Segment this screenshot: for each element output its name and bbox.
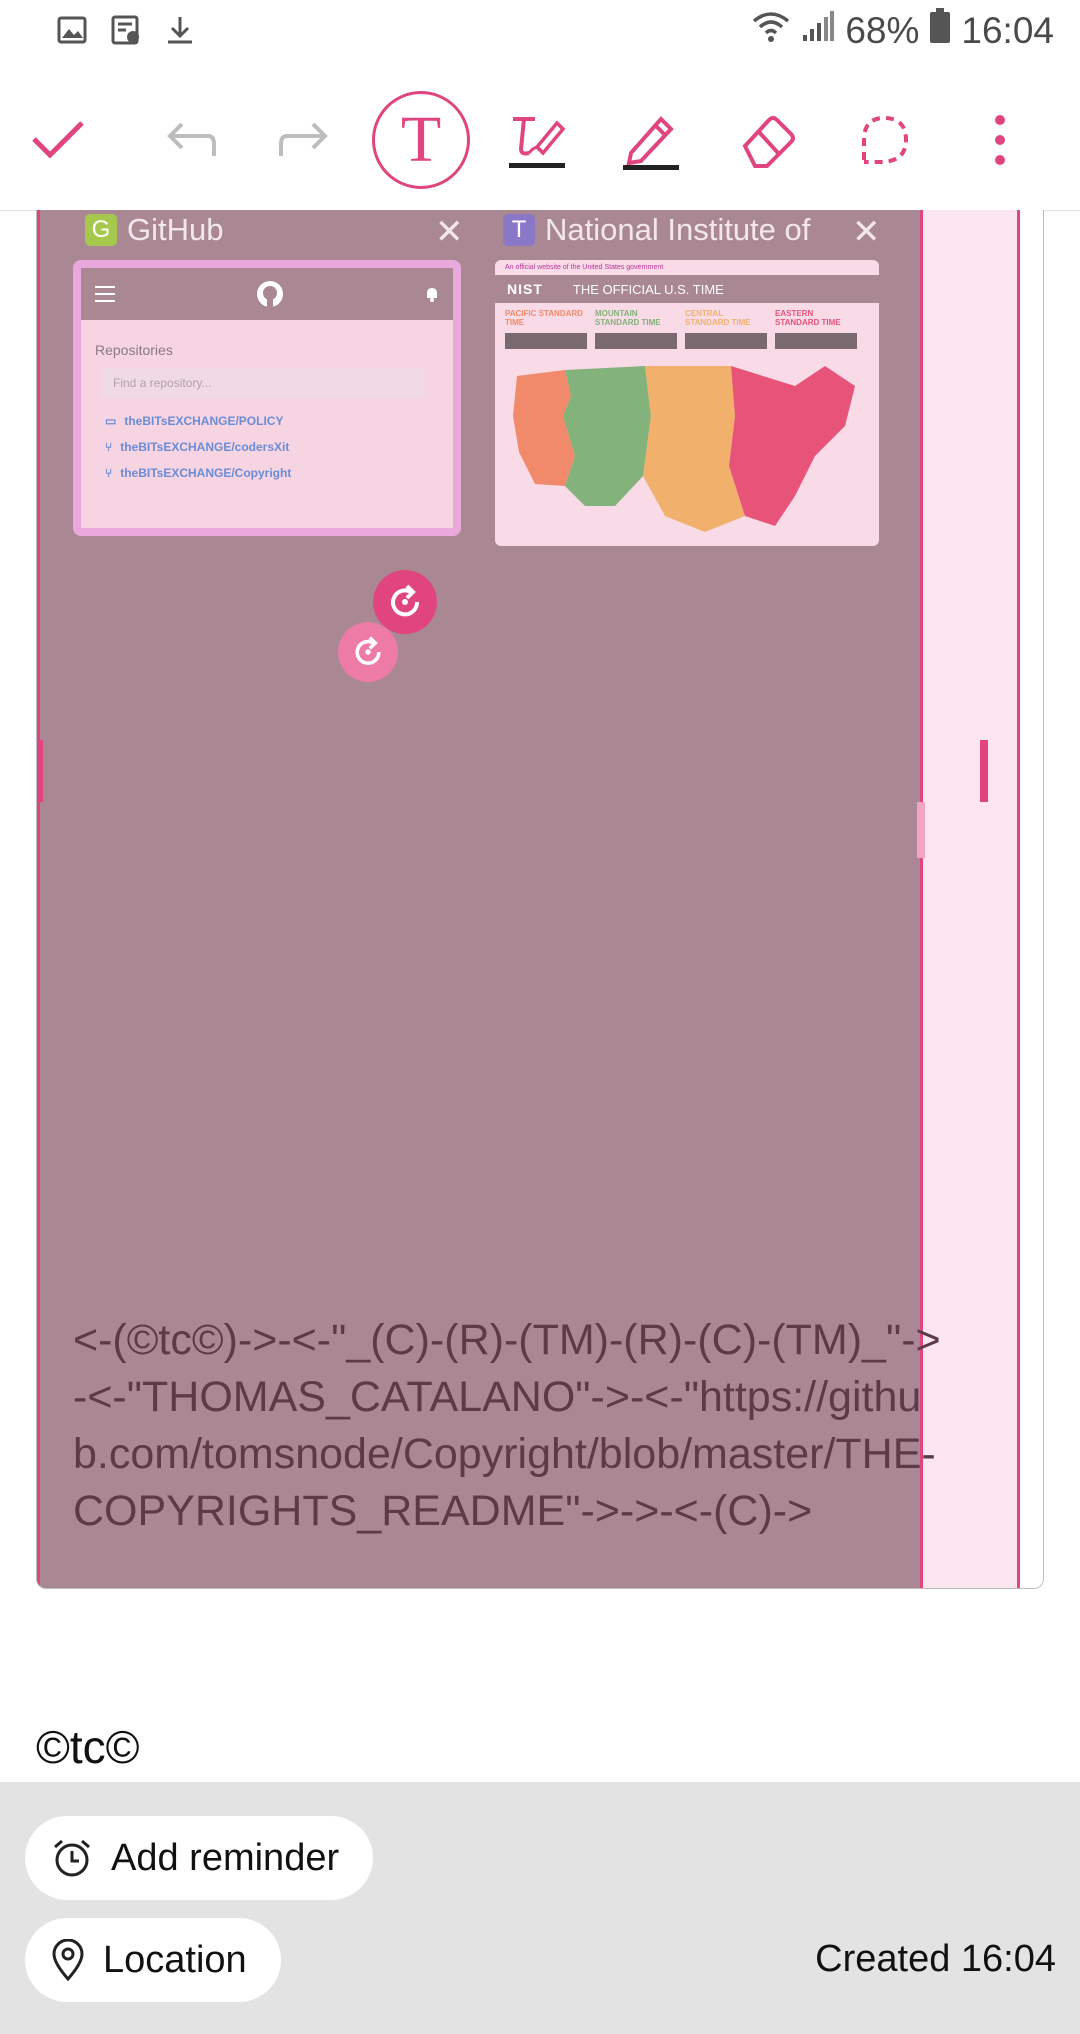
rotate-handle-text-box[interactable] xyxy=(373,570,437,634)
zone-pacific: PACIFIC STANDARD TIME xyxy=(505,309,587,349)
note-body-text[interactable]: <-(©tc©)->-<-"_(C)-(R)-(TM)-(R)-(C)-(TM)… xyxy=(73,1312,943,1540)
pencil-icon xyxy=(623,116,679,170)
us-time-zone-map xyxy=(513,366,855,532)
clock: 16:04 xyxy=(961,9,1054,51)
gallery-notification-icon xyxy=(56,14,88,51)
done-button[interactable] xyxy=(18,70,98,210)
tab-nist-close-icon: ✕ xyxy=(852,213,881,251)
location-label: Location xyxy=(103,1938,247,1981)
list-item: ▭ theBITsEXCHANGE/POLICY xyxy=(105,414,284,428)
find-repository-field: Find a repository... xyxy=(101,368,423,398)
tab-github-close-icon: ✕ xyxy=(435,213,464,251)
selected-screenshot-image[interactable]: G GitHub ✕ T National Institute of ✕ Rep… xyxy=(37,210,941,1588)
battery-percent: 68% xyxy=(845,9,920,51)
resize-handle-right[interactable] xyxy=(980,740,988,802)
nist-preview-card: An official website of the United States… xyxy=(495,260,879,546)
tab-nist-title: National Institute of xyxy=(545,212,811,247)
repository-list: ▭ theBITsEXCHANGE/POLICY ⑂ theBITsEXCHANGE… xyxy=(105,408,291,486)
add-reminder-button[interactable]: Add reminder xyxy=(25,1816,374,1900)
nist-title: THE OFFICIAL U.S. TIME xyxy=(572,281,724,297)
rotate-handle-image[interactable] xyxy=(338,622,398,682)
signal-icon xyxy=(801,9,835,52)
wifi-icon xyxy=(751,9,791,52)
location-button[interactable]: Location xyxy=(25,1918,281,2002)
news-notification-icon xyxy=(110,14,142,51)
lasso-select-button[interactable] xyxy=(844,70,924,210)
pen-button[interactable] xyxy=(614,70,688,210)
tab-github-header: G GitHub xyxy=(85,210,223,250)
zone-mountain: MOUNTAIN STANDARD TIME xyxy=(595,309,677,349)
location-pin-icon xyxy=(52,1939,84,1981)
rotate-icon xyxy=(355,636,381,665)
download-notification-icon xyxy=(164,14,196,51)
pen-toolbar: T xyxy=(0,70,1080,211)
more-options-button[interactable] xyxy=(972,70,1028,210)
github-header-bar xyxy=(81,268,453,320)
repositories-heading: Repositories xyxy=(95,342,173,358)
more-vertical-icon xyxy=(995,115,1005,165)
text-mode-icon: T xyxy=(372,91,470,189)
nist-header-bar: NIST THE OFFICIAL U.S. TIME xyxy=(495,275,879,303)
undo-button[interactable] xyxy=(150,70,230,210)
alarm-clock-icon xyxy=(54,1839,90,1877)
zone-central: CENTRAL STANDARD TIME xyxy=(685,309,767,349)
resize-handle-image-right[interactable] xyxy=(917,802,925,858)
lasso-icon xyxy=(862,115,909,164)
text-mode-button[interactable]: T xyxy=(372,70,470,210)
resize-handle-left[interactable] xyxy=(37,740,43,802)
undo-icon xyxy=(167,122,216,156)
rotate-icon xyxy=(391,584,420,617)
zone-eastern: EASTERN STANDARD TIME xyxy=(775,309,857,349)
note-canvas[interactable]: G GitHub ✕ T National Institute of ✕ Rep… xyxy=(36,210,1044,1589)
fork-icon: ⑂ xyxy=(105,440,113,454)
handwriting-button[interactable] xyxy=(500,70,574,210)
check-icon xyxy=(32,121,84,159)
note-info-panel: Add reminder Location Created 16:04 xyxy=(0,1782,1080,2034)
bell-icon xyxy=(427,288,437,302)
note-signature-text[interactable]: ©tc© xyxy=(36,1720,140,1774)
redo-button[interactable] xyxy=(265,70,345,210)
eraser-icon xyxy=(742,116,795,168)
gov-banner-text: An official website of the United States… xyxy=(505,264,664,271)
status-bar: 68% 16:04 xyxy=(0,0,1080,64)
github-preview-card: Repositories Find a repository... ▭ theBI… xyxy=(73,260,461,536)
battery-icon xyxy=(929,8,951,53)
created-timestamp: Created 16:04 xyxy=(815,1938,1056,1980)
time-zone-row: PACIFIC STANDARD TIME MOUNTAIN STANDARD … xyxy=(495,303,879,349)
redo-icon xyxy=(279,122,328,156)
github-favicon: G xyxy=(85,214,117,246)
tab-github-title: GitHub xyxy=(127,212,224,247)
repo-icon: ▭ xyxy=(105,414,117,428)
github-logo-icon xyxy=(257,281,283,307)
eraser-button[interactable] xyxy=(730,70,808,210)
nist-logo: NIST xyxy=(507,281,543,297)
handwriting-pen-icon xyxy=(509,117,566,168)
nist-favicon: T xyxy=(503,214,535,246)
list-item: ⑂ theBITsEXCHANGE/Copyright xyxy=(105,466,292,480)
list-item: ⑂ theBITsEXCHANGE/codersXit xyxy=(105,440,290,454)
fork-icon: ⑂ xyxy=(105,466,113,480)
add-reminder-label: Add reminder xyxy=(111,1836,340,1879)
tab-nist-header: T National Institute of xyxy=(503,210,863,250)
hamburger-menu-icon xyxy=(95,286,115,302)
